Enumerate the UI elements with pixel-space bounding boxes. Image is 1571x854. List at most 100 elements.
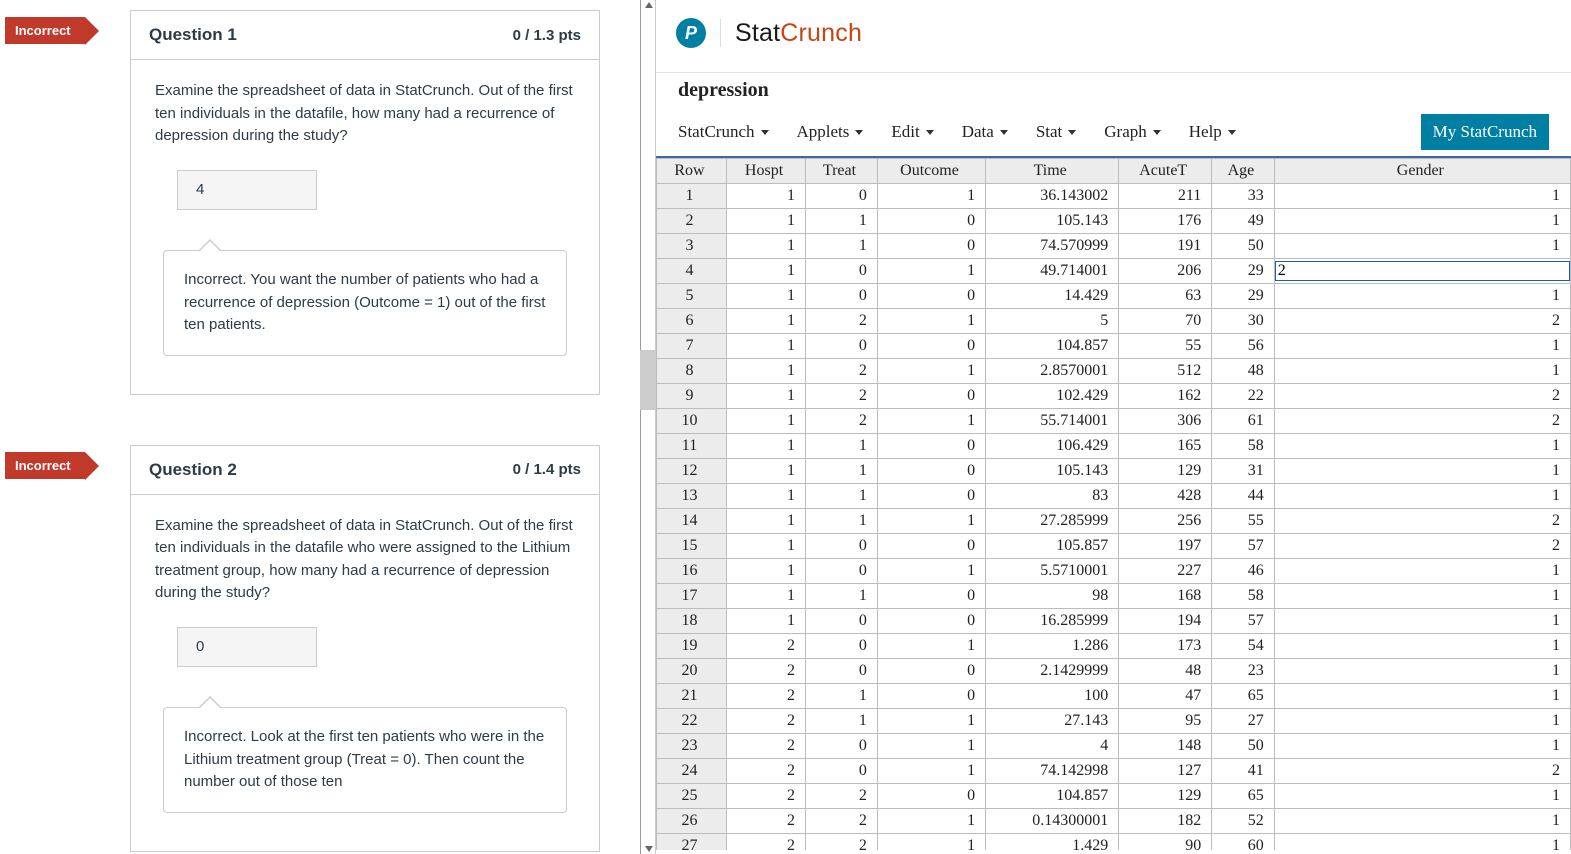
- cell[interactable]: 1: [806, 234, 878, 259]
- cell[interactable]: 176: [1119, 209, 1212, 234]
- row-number[interactable]: 17: [657, 584, 727, 609]
- menu-help[interactable]: Help: [1189, 122, 1236, 142]
- cell[interactable]: 50: [1212, 234, 1274, 259]
- row-number[interactable]: 4: [657, 259, 727, 284]
- column-header-acutet[interactable]: AcuteT: [1119, 159, 1212, 184]
- row-number[interactable]: 22: [657, 709, 727, 734]
- row-number[interactable]: 6: [657, 309, 727, 334]
- cell[interactable]: 2: [1274, 409, 1570, 434]
- cell[interactable]: 31: [1212, 459, 1274, 484]
- cell[interactable]: 2.8570001: [986, 359, 1119, 384]
- cell[interactable]: 206: [1119, 259, 1212, 284]
- cell[interactable]: 0: [877, 334, 985, 359]
- cell[interactable]: 2: [727, 634, 806, 659]
- menu-edit[interactable]: Edit: [891, 122, 933, 142]
- cell[interactable]: 1: [727, 509, 806, 534]
- cell[interactable]: 36.143002: [986, 184, 1119, 209]
- cell[interactable]: 1: [806, 209, 878, 234]
- spreadsheet-scroll[interactable]: RowHosptTreatOutcomeTimeAcuteTAgeGender …: [656, 156, 1571, 850]
- cell[interactable]: 2: [727, 759, 806, 784]
- cell[interactable]: 55: [1212, 509, 1274, 534]
- cell[interactable]: 22: [1212, 384, 1274, 409]
- cell[interactable]: 1: [877, 709, 985, 734]
- cell[interactable]: 2: [806, 309, 878, 334]
- row-number[interactable]: 9: [657, 384, 727, 409]
- cell[interactable]: 29: [1212, 259, 1274, 284]
- panel-divider-handle[interactable]: [640, 350, 656, 410]
- cell[interactable]: 1: [1274, 734, 1570, 759]
- cell[interactable]: 0: [806, 184, 878, 209]
- cell[interactable]: 0: [877, 209, 985, 234]
- cell[interactable]: 2: [806, 834, 878, 851]
- active-cell-input[interactable]: [1275, 261, 1570, 281]
- cell[interactable]: 173: [1119, 634, 1212, 659]
- cell[interactable]: 0: [877, 659, 985, 684]
- menu-data[interactable]: Data: [962, 122, 1008, 142]
- cell[interactable]: 129: [1119, 459, 1212, 484]
- cell[interactable]: 197: [1119, 534, 1212, 559]
- cell[interactable]: 0: [806, 559, 878, 584]
- cell[interactable]: 49: [1212, 209, 1274, 234]
- row-number[interactable]: 1: [657, 184, 727, 209]
- cell[interactable]: 1: [727, 184, 806, 209]
- cell[interactable]: 0: [877, 534, 985, 559]
- cell[interactable]: 1: [877, 409, 985, 434]
- cell[interactable]: 27.143: [986, 709, 1119, 734]
- cell[interactable]: 1: [1274, 559, 1570, 584]
- row-number[interactable]: 26: [657, 809, 727, 834]
- cell[interactable]: 191: [1119, 234, 1212, 259]
- cell[interactable]: 0: [877, 609, 985, 634]
- cell[interactable]: 27: [1212, 709, 1274, 734]
- cell[interactable]: 2: [806, 384, 878, 409]
- cell[interactable]: 1: [877, 359, 985, 384]
- cell[interactable]: 0: [806, 759, 878, 784]
- cell[interactable]: 1: [1274, 834, 1570, 851]
- cell[interactable]: 70: [1119, 309, 1212, 334]
- row-number[interactable]: 12: [657, 459, 727, 484]
- column-header-row[interactable]: Row: [657, 159, 727, 184]
- cell[interactable]: 105.143: [986, 209, 1119, 234]
- cell[interactable]: 0: [877, 459, 985, 484]
- menu-applets[interactable]: Applets: [797, 122, 864, 142]
- cell[interactable]: 2: [727, 809, 806, 834]
- cell[interactable]: 227: [1119, 559, 1212, 584]
- cell[interactable]: 30: [1212, 309, 1274, 334]
- cell[interactable]: 1: [877, 184, 985, 209]
- cell[interactable]: 2: [727, 784, 806, 809]
- row-number[interactable]: 10: [657, 409, 727, 434]
- cell[interactable]: 1: [1274, 209, 1570, 234]
- cell[interactable]: 0: [877, 234, 985, 259]
- row-number[interactable]: 5: [657, 284, 727, 309]
- cell[interactable]: 41: [1212, 759, 1274, 784]
- cell[interactable]: 256: [1119, 509, 1212, 534]
- cell[interactable]: 102.429: [986, 384, 1119, 409]
- cell[interactable]: 1: [806, 709, 878, 734]
- my-statcrunch-button[interactable]: My StatCrunch: [1421, 114, 1549, 150]
- cell[interactable]: 33: [1212, 184, 1274, 209]
- cell[interactable]: 1: [877, 559, 985, 584]
- cell[interactable]: 127: [1119, 759, 1212, 784]
- row-number[interactable]: 25: [657, 784, 727, 809]
- cell[interactable]: 1: [806, 509, 878, 534]
- cell[interactable]: 182: [1119, 809, 1212, 834]
- cell[interactable]: 65: [1212, 684, 1274, 709]
- cell[interactable]: 1: [727, 584, 806, 609]
- cell[interactable]: 0: [877, 784, 985, 809]
- cell[interactable]: 58: [1212, 584, 1274, 609]
- cell[interactable]: 74.142998: [986, 759, 1119, 784]
- cell[interactable]: 1: [1274, 784, 1570, 809]
- cell[interactable]: 2: [1274, 384, 1570, 409]
- column-header-gender[interactable]: Gender: [1274, 159, 1570, 184]
- column-header-age[interactable]: Age: [1212, 159, 1274, 184]
- cell[interactable]: 1: [877, 634, 985, 659]
- cell[interactable]: 1.429: [986, 834, 1119, 851]
- cell[interactable]: 0: [806, 609, 878, 634]
- cell[interactable]: 1: [1274, 659, 1570, 684]
- cell[interactable]: 1: [727, 234, 806, 259]
- cell[interactable]: 2: [806, 359, 878, 384]
- cell[interactable]: 54: [1212, 634, 1274, 659]
- row-number[interactable]: 11: [657, 434, 727, 459]
- cell[interactable]: 1: [1274, 609, 1570, 634]
- cell[interactable]: 98: [986, 584, 1119, 609]
- cell[interactable]: 58: [1212, 434, 1274, 459]
